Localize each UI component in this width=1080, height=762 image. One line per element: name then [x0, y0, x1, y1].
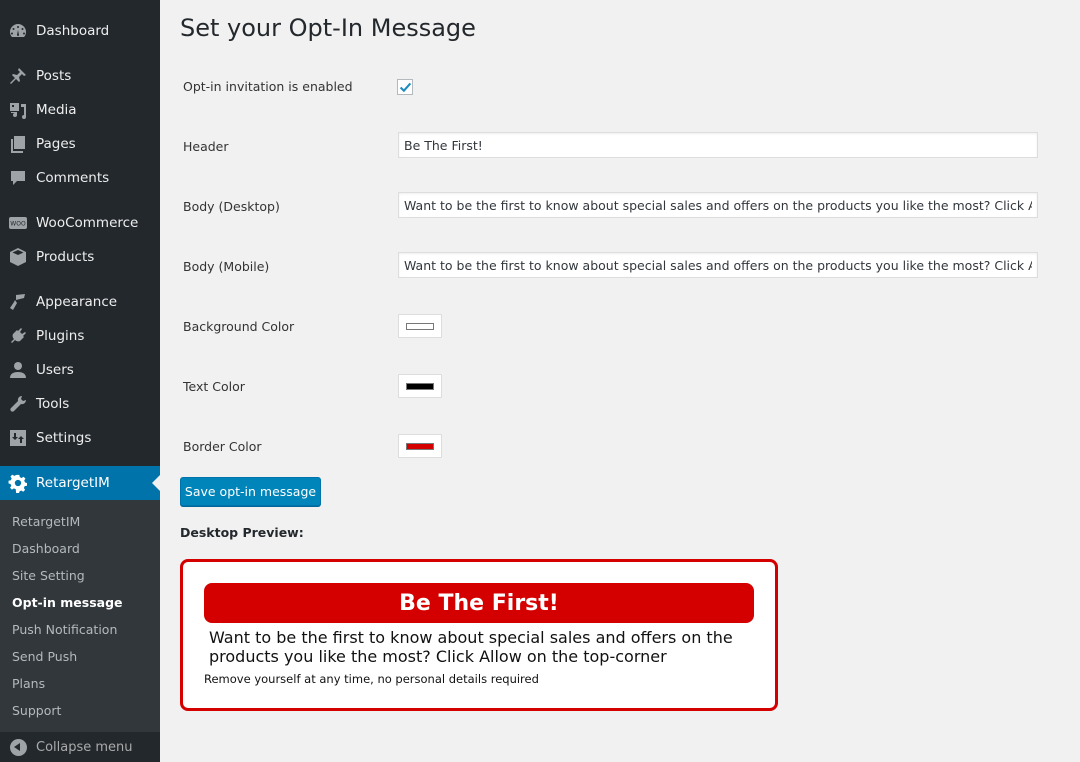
user-icon: [0, 360, 36, 380]
text-color-picker[interactable]: [398, 374, 442, 398]
text-color-swatch: [406, 382, 434, 390]
sidebar-item-label: Settings: [36, 430, 92, 446]
enabled-label: Opt-in invitation is enabled: [183, 79, 353, 94]
collapse-menu-button[interactable]: Collapse menu: [0, 732, 160, 762]
sidebar-item-users[interactable]: Users: [0, 353, 160, 387]
media-icon: [0, 100, 36, 120]
border-color-picker[interactable]: [398, 434, 442, 458]
save-opt-in-button[interactable]: Save opt-in message: [180, 477, 321, 506]
wrench-icon: [0, 394, 36, 414]
submenu-item-send-push[interactable]: Send Push: [12, 649, 77, 664]
svg-text:WOO: WOO: [10, 221, 26, 228]
sidebar-item-appearance[interactable]: Appearance: [0, 285, 160, 319]
sidebar-item-label: Users: [36, 362, 74, 378]
current-menu-arrow: [152, 475, 160, 491]
sidebar-item-retargetim[interactable]: RetargetIM: [0, 466, 160, 500]
sidebar-item-settings[interactable]: Settings: [0, 421, 160, 455]
sidebar-item-label: Appearance: [36, 294, 118, 310]
box-icon: [0, 247, 36, 267]
pages-icon: [0, 134, 36, 154]
page-title: Set your Opt-In Message: [180, 14, 476, 42]
sidebar-item-posts[interactable]: Posts: [0, 59, 160, 93]
header-input[interactable]: [398, 132, 1038, 158]
sidebar-item-woocommerce[interactable]: WOO WooCommerce: [0, 206, 160, 240]
plug-icon: [0, 326, 36, 346]
body-desktop-input[interactable]: [398, 192, 1038, 218]
gear-icon: [0, 473, 36, 493]
paintbrush-icon: [0, 292, 36, 312]
sidebar-item-pages[interactable]: Pages: [0, 127, 160, 161]
sidebar-item-tools[interactable]: Tools: [0, 387, 160, 421]
sidebar-item-label: Dashboard: [36, 23, 110, 39]
body-desktop-label: Body (Desktop): [183, 199, 280, 214]
submenu-item-opt-in-message[interactable]: Opt-in message: [12, 595, 123, 610]
sidebar-item-label: Pages: [36, 136, 76, 152]
sidebar-item-media[interactable]: Media: [0, 93, 160, 127]
woo-icon: WOO: [0, 213, 36, 233]
sidebar-item-dashboard[interactable]: Dashboard: [0, 14, 160, 48]
dashboard-icon: [0, 21, 36, 41]
sidebar-item-label: Comments: [36, 170, 110, 186]
admin-sidebar: Dashboard Posts Media Pages Comments WOO…: [0, 0, 160, 762]
submenu-item-retargetim[interactable]: RetargetIM: [12, 514, 80, 529]
body-mobile-label: Body (Mobile): [183, 259, 270, 274]
header-label: Header: [183, 139, 229, 154]
sidebar-item-comments[interactable]: Comments: [0, 161, 160, 195]
desktop-preview-box: Be The First! Want to be the first to kn…: [180, 559, 778, 711]
preview-header: Be The First!: [204, 583, 754, 623]
submenu-item-push-notification[interactable]: Push Notification: [12, 622, 117, 637]
preview-body: Want to be the first to know about speci…: [209, 628, 733, 666]
comment-icon: [0, 168, 36, 188]
settings-sliders-icon: [0, 428, 36, 448]
collapse-menu-label: Collapse menu: [36, 739, 133, 755]
background-color-label: Background Color: [183, 319, 295, 334]
submenu-item-plans[interactable]: Plans: [12, 676, 45, 691]
body-mobile-input[interactable]: [398, 252, 1038, 278]
sidebar-item-label: Plugins: [36, 328, 85, 344]
background-color-picker[interactable]: [398, 314, 442, 338]
sidebar-item-label: Products: [36, 249, 95, 265]
text-color-label: Text Color: [183, 379, 245, 394]
desktop-preview-label: Desktop Preview:: [180, 525, 304, 540]
pin-icon: [0, 66, 36, 86]
border-color-label: Border Color: [183, 439, 262, 454]
sidebar-item-label: Posts: [36, 68, 72, 84]
checkmark-icon: [399, 82, 411, 92]
sidebar-item-label: Tools: [36, 396, 70, 412]
sidebar-item-label: WooCommerce: [36, 215, 139, 231]
sidebar-item-products[interactable]: Products: [0, 240, 160, 274]
submenu-item-support[interactable]: Support: [12, 703, 61, 718]
opt-in-enabled-checkbox[interactable]: [397, 79, 413, 95]
sidebar-item-plugins[interactable]: Plugins: [0, 319, 160, 353]
retargetim-submenu: RetargetIM Dashboard Site Setting Opt-in…: [0, 500, 160, 732]
collapse-arrow-icon: [0, 738, 36, 756]
background-color-swatch: [406, 322, 434, 330]
preview-footer: Remove yourself at any time, no personal…: [204, 672, 539, 686]
sidebar-item-label: Media: [36, 102, 77, 118]
submenu-item-dashboard[interactable]: Dashboard: [12, 541, 80, 556]
border-color-swatch: [406, 442, 434, 450]
sidebar-item-label: RetargetIM: [36, 475, 110, 491]
submenu-item-site-setting[interactable]: Site Setting: [12, 568, 85, 583]
